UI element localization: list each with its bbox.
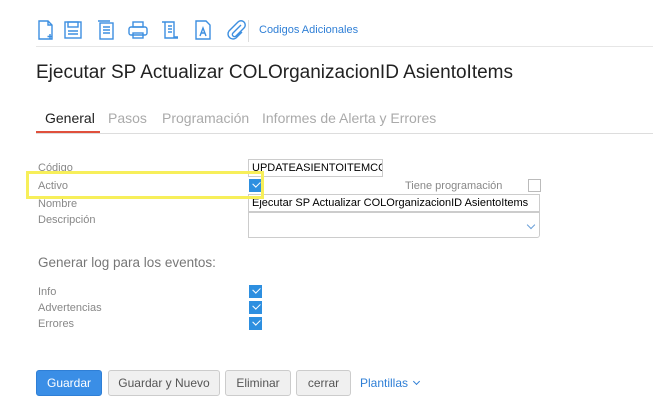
tabs-divider	[36, 133, 653, 134]
eliminar-button[interactable]: Eliminar	[225, 370, 291, 396]
log-heading: Generar log para los eventos:	[38, 255, 216, 270]
guardar-button[interactable]: Guardar	[36, 370, 102, 396]
toolbar-divider	[36, 46, 653, 47]
plantillas-label: Plantillas	[360, 376, 409, 390]
plantillas-dropdown[interactable]: Plantillas	[360, 376, 421, 390]
tab-pasos[interactable]: Pasos	[108, 110, 147, 126]
font-document-icon[interactable]	[192, 19, 214, 41]
nombre-input[interactable]: Ejecutar SP Actualizar COLOrganizacionID…	[248, 194, 540, 212]
codigos-adicionales-link[interactable]: Codigos Adicionales	[259, 24, 358, 36]
descripcion-textarea[interactable]	[248, 212, 540, 238]
page-title: Ejecutar SP Actualizar COLOrganizacionID…	[36, 62, 513, 83]
save-icon[interactable]	[62, 19, 84, 41]
log-advertencias-label: Advertencias	[38, 302, 102, 314]
cerrar-button[interactable]: cerrar	[296, 370, 351, 396]
log-info-checkbox[interactable]	[249, 285, 262, 298]
log-info-label: Info	[38, 286, 57, 298]
highlight-box	[26, 171, 264, 199]
descripcion-label: Descripción	[38, 214, 96, 226]
nombre-label: Nombre	[38, 198, 78, 210]
chevron-down-icon	[413, 377, 421, 386]
attachment-icon[interactable]	[225, 19, 247, 41]
active-tab-indicator	[36, 131, 100, 133]
script-icon[interactable]	[159, 19, 181, 41]
toolbar-separator	[248, 20, 249, 42]
guardar-nuevo-button[interactable]: Guardar y Nuevo	[108, 370, 220, 396]
print-icon[interactable]	[127, 19, 149, 41]
new-document-icon[interactable]	[35, 19, 57, 41]
tab-programacion[interactable]: Programación	[162, 110, 249, 126]
log-errores-label: Errores	[38, 318, 75, 330]
tiene-programacion-checkbox[interactable]	[528, 179, 541, 192]
copy-icon[interactable]	[95, 19, 117, 41]
log-errores-checkbox[interactable]	[249, 317, 262, 330]
log-advertencias-checkbox[interactable]	[249, 301, 262, 314]
codigo-input[interactable]: UPDATEASIENTOITEMCOL	[248, 159, 383, 177]
tab-informes[interactable]: Informes de Alerta y Errores	[262, 110, 436, 126]
tab-general[interactable]: General	[45, 110, 95, 126]
tiene-programacion-label: Tiene programación	[405, 180, 503, 192]
